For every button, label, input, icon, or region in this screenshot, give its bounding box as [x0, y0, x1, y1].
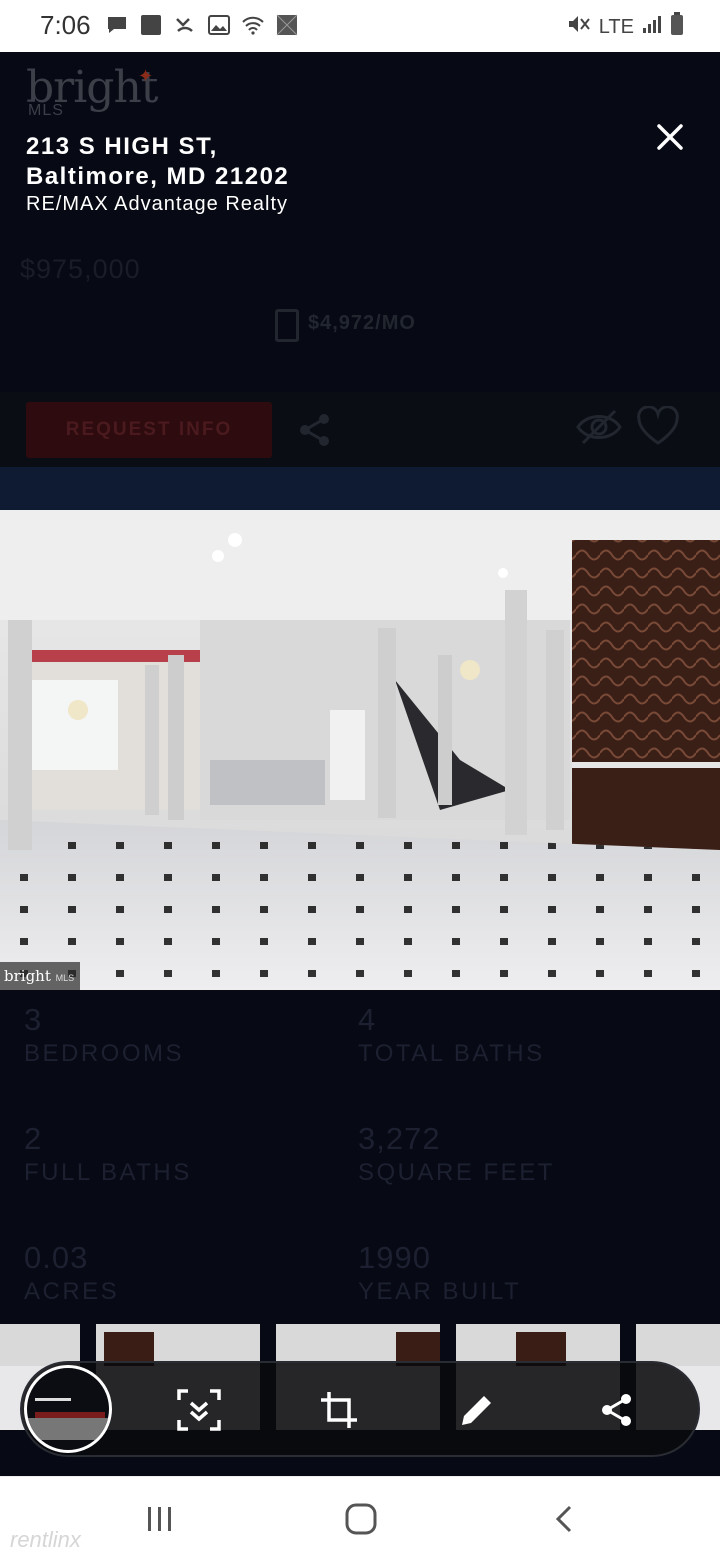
- monthly-payment: $4,972/MO: [308, 312, 416, 334]
- share-icon: [602, 1394, 631, 1426]
- watermark-sub: MLS: [55, 973, 75, 983]
- address-city: Baltimore, MD 21202: [26, 163, 290, 190]
- listing-photo[interactable]: bright MLS: [0, 510, 720, 990]
- home-button[interactable]: [337, 1495, 385, 1543]
- listing-photo-viewer: bright ✦ MLS $975,000 $4,972/MO REQUEST …: [0, 52, 720, 1476]
- photo-watermark: bright MLS: [0, 962, 81, 990]
- stat-label: TOTAL BATHS: [358, 1040, 545, 1067]
- stat-value: 4: [358, 1002, 377, 1037]
- share-button[interactable]: [592, 1385, 642, 1435]
- stat-label: YEAR BUILT: [358, 1278, 522, 1305]
- favorite-icon: [636, 405, 680, 451]
- missed-call-icon: [173, 13, 197, 37]
- stat-value: 2: [24, 1121, 43, 1156]
- stat-square-feet: 3,272 SQUARE FEET: [358, 1121, 555, 1187]
- image-icon: [207, 13, 231, 37]
- stat-value: 1990: [358, 1240, 431, 1275]
- brokerage-name: RE/MAX Advantage Realty: [26, 193, 289, 215]
- network-type: LTE: [598, 15, 634, 38]
- scroll-capture-button[interactable]: [174, 1385, 224, 1435]
- screenshot-preview[interactable]: [24, 1365, 112, 1453]
- stat-full-baths: 2 FULL BATHS: [24, 1121, 192, 1187]
- calculator-icon: [275, 309, 299, 342]
- signal-icon: [642, 14, 662, 40]
- recent-apps-icon: [148, 1507, 171, 1531]
- mute-icon: [567, 13, 591, 41]
- crop-button[interactable]: [314, 1385, 364, 1435]
- close-icon: [657, 124, 683, 150]
- stat-bedrooms: 3 BEDROOMS: [24, 1002, 184, 1068]
- message-icon: [105, 13, 129, 37]
- scroll-capture-icon: [177, 1389, 221, 1431]
- draw-button[interactable]: [452, 1385, 502, 1435]
- capture-toolbar: [20, 1361, 700, 1457]
- close-button[interactable]: [650, 117, 690, 157]
- stat-label: FULL BATHS: [24, 1159, 192, 1186]
- stat-value: 3,272: [358, 1121, 441, 1156]
- section-divider: [0, 467, 720, 511]
- system-icons: LTE: [567, 12, 684, 42]
- status-time: 7:06: [40, 10, 91, 40]
- wifi-icon: [241, 13, 265, 37]
- interior-photo: [0, 510, 720, 990]
- stat-value: 3: [24, 1002, 43, 1037]
- stat-label: BEDROOMS: [24, 1040, 185, 1067]
- address-street: 213 S HIGH ST,: [26, 133, 218, 160]
- notification-icons: [105, 13, 299, 37]
- stat-total-baths: 4 TOTAL BATHS: [358, 1002, 545, 1068]
- back-button[interactable]: [540, 1495, 588, 1543]
- listing-address: 213 S HIGH ST, Baltimore, MD 21202: [26, 132, 289, 192]
- hide-listing-icon: [575, 407, 623, 452]
- stat-year-built: 1990 YEAR BUILT: [358, 1240, 521, 1306]
- home-icon: [345, 1503, 377, 1535]
- share-icon: [298, 412, 332, 453]
- stat-label: ACRES: [24, 1278, 120, 1305]
- listing-price: $975,000: [20, 254, 141, 284]
- crop-icon: [321, 1392, 357, 1428]
- photo-icon: [275, 13, 299, 37]
- request-info-button: REQUEST INFO: [26, 402, 272, 458]
- recent-apps-button[interactable]: [136, 1495, 184, 1543]
- watermark-brand: bright: [4, 967, 51, 985]
- bright-logo-sub: MLS: [28, 102, 64, 119]
- status-bar: 7:06 LTE: [0, 0, 720, 52]
- navigation-bar: rentlinx: [0, 1476, 720, 1560]
- battery-icon: [670, 12, 684, 42]
- stat-label: SQUARE FEET: [358, 1159, 555, 1186]
- stat-value: 0.03: [24, 1240, 89, 1275]
- stat-acres: 0.03 ACRES: [24, 1240, 119, 1306]
- logo-star-icon: ✦: [138, 66, 154, 86]
- pencil-icon: [462, 1396, 491, 1425]
- square-app-icon: [139, 13, 163, 37]
- site-watermark: rentlinx: [10, 1527, 81, 1552]
- back-icon: [555, 1505, 572, 1533]
